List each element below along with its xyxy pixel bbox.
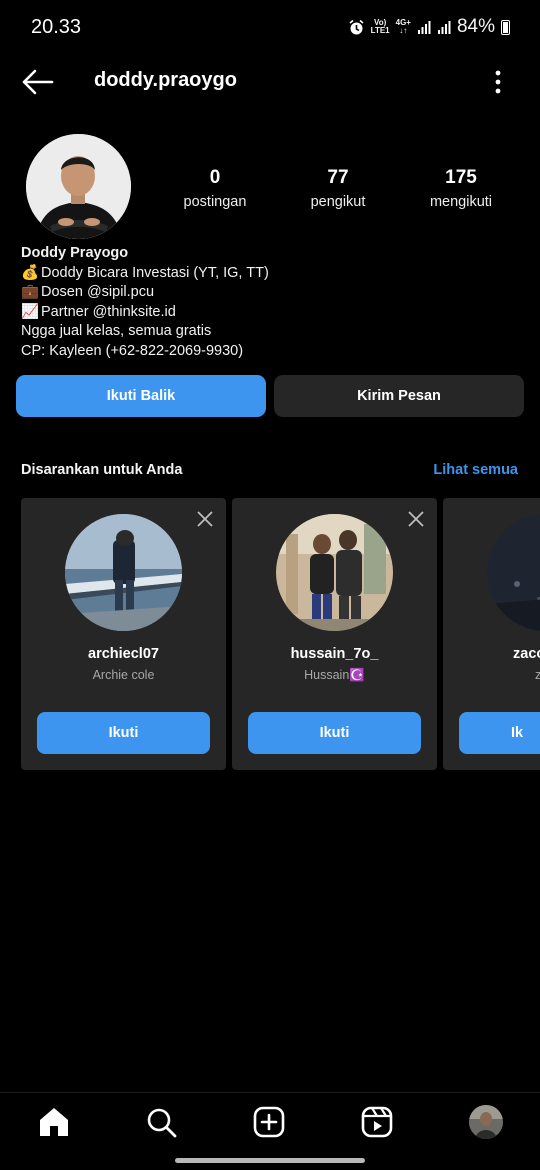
search-icon[interactable] bbox=[144, 1105, 178, 1139]
suggestion-card[interactable]: archiecl07 Archie cole Ikuti bbox=[21, 498, 226, 770]
suggestion-name: Hussain☪️ bbox=[304, 668, 365, 682]
bio-line: CP: Kayleen (+62-822-2069-9930) bbox=[21, 342, 244, 359]
bio-line: 📈 Partner @thinksite.id bbox=[21, 303, 521, 323]
bio-line: 💰 Doddy Bicara Investasi (YT, IG, TT) bbox=[21, 264, 521, 284]
chart-up-icon: 📈 bbox=[21, 303, 40, 320]
network-4g-indicator: 4G+ ↓↑ bbox=[395, 18, 411, 35]
posts-label: postingan bbox=[183, 194, 247, 210]
suggestions-title: Disarankan untuk Anda bbox=[21, 462, 183, 478]
reels-icon[interactable] bbox=[360, 1105, 394, 1139]
bio-line: 💼 Dosen @sipil.pcu bbox=[21, 283, 521, 303]
see-all-link[interactable]: Lihat semua bbox=[433, 462, 518, 478]
signal-icon bbox=[417, 21, 431, 34]
profile-avatar[interactable] bbox=[26, 134, 131, 239]
followers-label: pengikut bbox=[310, 194, 366, 210]
follow-button[interactable]: Ikuti bbox=[37, 712, 210, 754]
suggestion-name: z bbox=[535, 668, 540, 682]
followers-count: 77 bbox=[327, 167, 349, 188]
battery-icon bbox=[501, 19, 510, 35]
money-bag-icon: 💰 bbox=[21, 264, 40, 281]
follow-button[interactable]: Ikuti bbox=[248, 712, 421, 754]
profile-bio: Doddy Prayogo 💰 Doddy Bicara Investasi (Y… bbox=[21, 244, 521, 362]
suggestion-name: Archie cole bbox=[92, 668, 155, 682]
close-icon[interactable] bbox=[196, 510, 214, 528]
posts-count: 0 bbox=[209, 167, 221, 188]
top-bar: doddy.praoygo bbox=[0, 56, 540, 108]
stat-posts[interactable]: 0 postingan bbox=[155, 166, 275, 210]
following-label: mengikuti bbox=[429, 194, 493, 210]
suggestion-username: hussain_7o_ bbox=[290, 646, 379, 662]
follow-button[interactable]: Ik bbox=[459, 712, 540, 754]
follow-back-button[interactable]: Ikuti Balik bbox=[16, 375, 266, 417]
suggestion-card[interactable]: zaco z Ik bbox=[443, 498, 540, 770]
suggestion-avatar[interactable] bbox=[276, 514, 393, 631]
battery-percent: 84% bbox=[456, 16, 495, 37]
close-icon[interactable] bbox=[407, 510, 425, 528]
profile-tab-avatar[interactable] bbox=[469, 1105, 503, 1139]
briefcase-icon: 💼 bbox=[21, 284, 40, 301]
status-icons: Vo) LTE1 4G+ ↓↑ 84% bbox=[348, 16, 510, 38]
profile-username-title: doddy.praoygo bbox=[94, 69, 237, 91]
home-icon[interactable] bbox=[37, 1105, 71, 1139]
suggestion-avatar[interactable] bbox=[487, 514, 540, 631]
bio-line: Ngga jual kelas, semua gratis bbox=[21, 323, 212, 340]
suggestion-card[interactable]: hussain_7o_ Hussain☪️ Ikuti bbox=[232, 498, 437, 770]
alarm-icon bbox=[349, 19, 364, 34]
suggestion-username: zaco bbox=[513, 646, 540, 662]
suggestion-username: archiecl07 bbox=[88, 646, 159, 662]
suggestion-avatar[interactable] bbox=[65, 514, 182, 631]
profile-full-name: Doddy Prayogo bbox=[21, 245, 129, 261]
send-message-button[interactable]: Kirim Pesan bbox=[274, 375, 524, 417]
signal-icon-2 bbox=[437, 21, 451, 34]
create-post-icon[interactable] bbox=[252, 1105, 286, 1139]
status-time: 20.33 bbox=[31, 16, 82, 38]
back-arrow-icon[interactable] bbox=[20, 68, 54, 96]
following-count: 175 bbox=[445, 167, 477, 188]
volte-indicator: Vo) LTE1 bbox=[370, 18, 390, 35]
stat-followers[interactable]: 77 pengikut bbox=[278, 166, 398, 210]
stat-following[interactable]: 175 mengikuti bbox=[401, 166, 521, 210]
status-bar: 20.33 Vo) LTE1 4G+ ↓↑ 84% bbox=[0, 0, 540, 56]
more-options-icon[interactable] bbox=[484, 68, 512, 96]
home-indicator bbox=[175, 1158, 365, 1163]
